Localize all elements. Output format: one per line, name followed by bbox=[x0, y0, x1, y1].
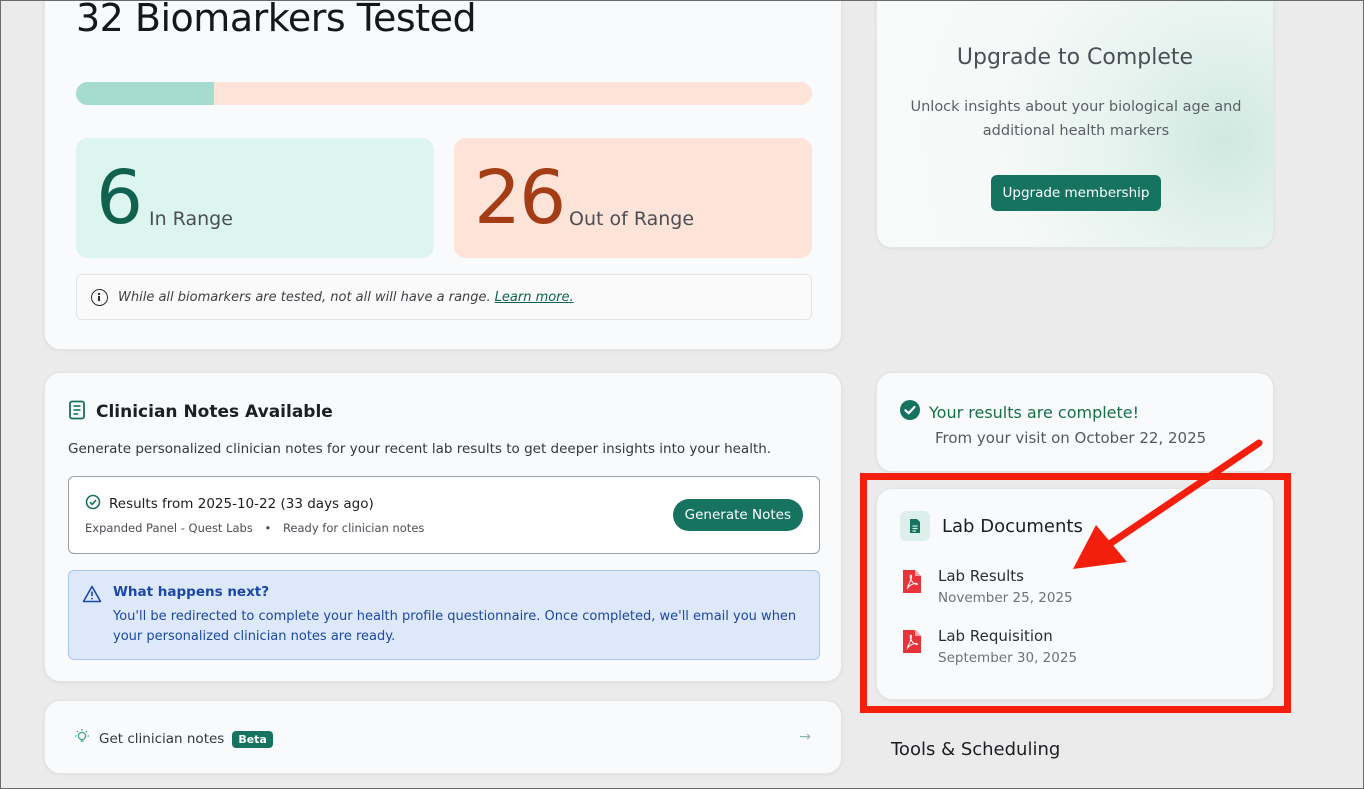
upgrade-membership-button[interactable]: Upgrade membership bbox=[991, 175, 1161, 211]
beta-badge: Beta bbox=[232, 730, 273, 748]
get-clinician-notes-card[interactable]: Get clinician notes Beta → bbox=[44, 700, 842, 774]
in-range-label: In Range bbox=[149, 208, 233, 230]
result-title-row: Results from 2025-10-22 (33 days ago) bbox=[85, 494, 374, 514]
result-meta: Expanded Panel - Quest Labs • Ready for … bbox=[85, 521, 424, 535]
range-info-text: While all biomarkers are tested, not all… bbox=[118, 289, 491, 305]
arrow-right-icon[interactable]: → bbox=[799, 729, 811, 745]
upgrade-description: Unlock insights about your biological ag… bbox=[910, 99, 1242, 139]
check-circle-filled-icon bbox=[899, 399, 921, 425]
get-clinician-notes-label: Get clinician notes bbox=[99, 731, 225, 747]
out-of-range-count: 26 bbox=[474, 155, 566, 241]
upgrade-card: Upgrade to Complete Unlock insights abou… bbox=[876, 0, 1274, 248]
check-circle-icon bbox=[85, 494, 101, 514]
notebook-icon bbox=[68, 400, 86, 424]
in-range-tile[interactable]: 6 In Range bbox=[76, 138, 434, 258]
in-range-progress-fill bbox=[76, 82, 214, 105]
results-complete-card: Your results are complete! From your vis… bbox=[876, 372, 1274, 472]
learn-more-link[interactable]: Learn more. bbox=[495, 290, 574, 305]
result-status: Ready for clinician notes bbox=[282, 521, 425, 535]
upgrade-title: Upgrade to Complete bbox=[956, 45, 1194, 70]
out-of-range-label: Out of Range bbox=[569, 208, 695, 230]
lightbulb-icon bbox=[73, 728, 91, 750]
clinician-notes-header: Clinician Notes Available bbox=[68, 400, 333, 424]
result-title: Results from 2025-10-22 (33 days ago) bbox=[109, 496, 374, 512]
biomarkers-card: 32 Biomarkers Tested 6 In Range 26 Out o… bbox=[44, 0, 842, 350]
result-summary-box: Results from 2025-10-22 (33 days ago) Ex… bbox=[68, 476, 820, 554]
clinician-notes-card: Clinician Notes Available Generate perso… bbox=[44, 372, 842, 682]
results-complete-subtitle: From your visit on October 22, 2025 bbox=[935, 429, 1207, 447]
result-separator: • bbox=[264, 521, 272, 535]
clinician-notes-description: Generate personalized clinician notes fo… bbox=[68, 441, 772, 457]
warning-triangle-icon bbox=[82, 585, 102, 607]
what-happens-next-box: What happens next? You'll be redirected … bbox=[68, 570, 820, 660]
range-info-box: While all biomarkers are tested, not all… bbox=[76, 274, 812, 320]
in-range-count: 6 bbox=[96, 155, 143, 241]
annotation-highlight-box bbox=[860, 473, 1291, 713]
get-clinician-notes-row: Get clinician notes Beta bbox=[73, 728, 273, 750]
results-complete-row: Your results are complete! bbox=[899, 399, 1139, 425]
range-progress-bar bbox=[76, 82, 812, 105]
clinician-notes-title: Clinician Notes Available bbox=[96, 402, 333, 422]
tools-scheduling-title: Tools & Scheduling bbox=[891, 739, 1061, 760]
info-icon bbox=[91, 288, 108, 306]
result-panel: Expanded Panel - Quest Labs bbox=[85, 521, 253, 535]
results-complete-title: Your results are complete! bbox=[929, 402, 1140, 422]
what-happens-next-body: You'll be redirected to complete your he… bbox=[113, 609, 797, 644]
biomarkers-title: 32 Biomarkers Tested bbox=[76, 0, 477, 40]
what-happens-next-title: What happens next? bbox=[113, 584, 270, 600]
generate-notes-button[interactable]: Generate Notes bbox=[672, 499, 803, 531]
out-of-range-tile[interactable]: 26 Out of Range bbox=[454, 138, 812, 258]
